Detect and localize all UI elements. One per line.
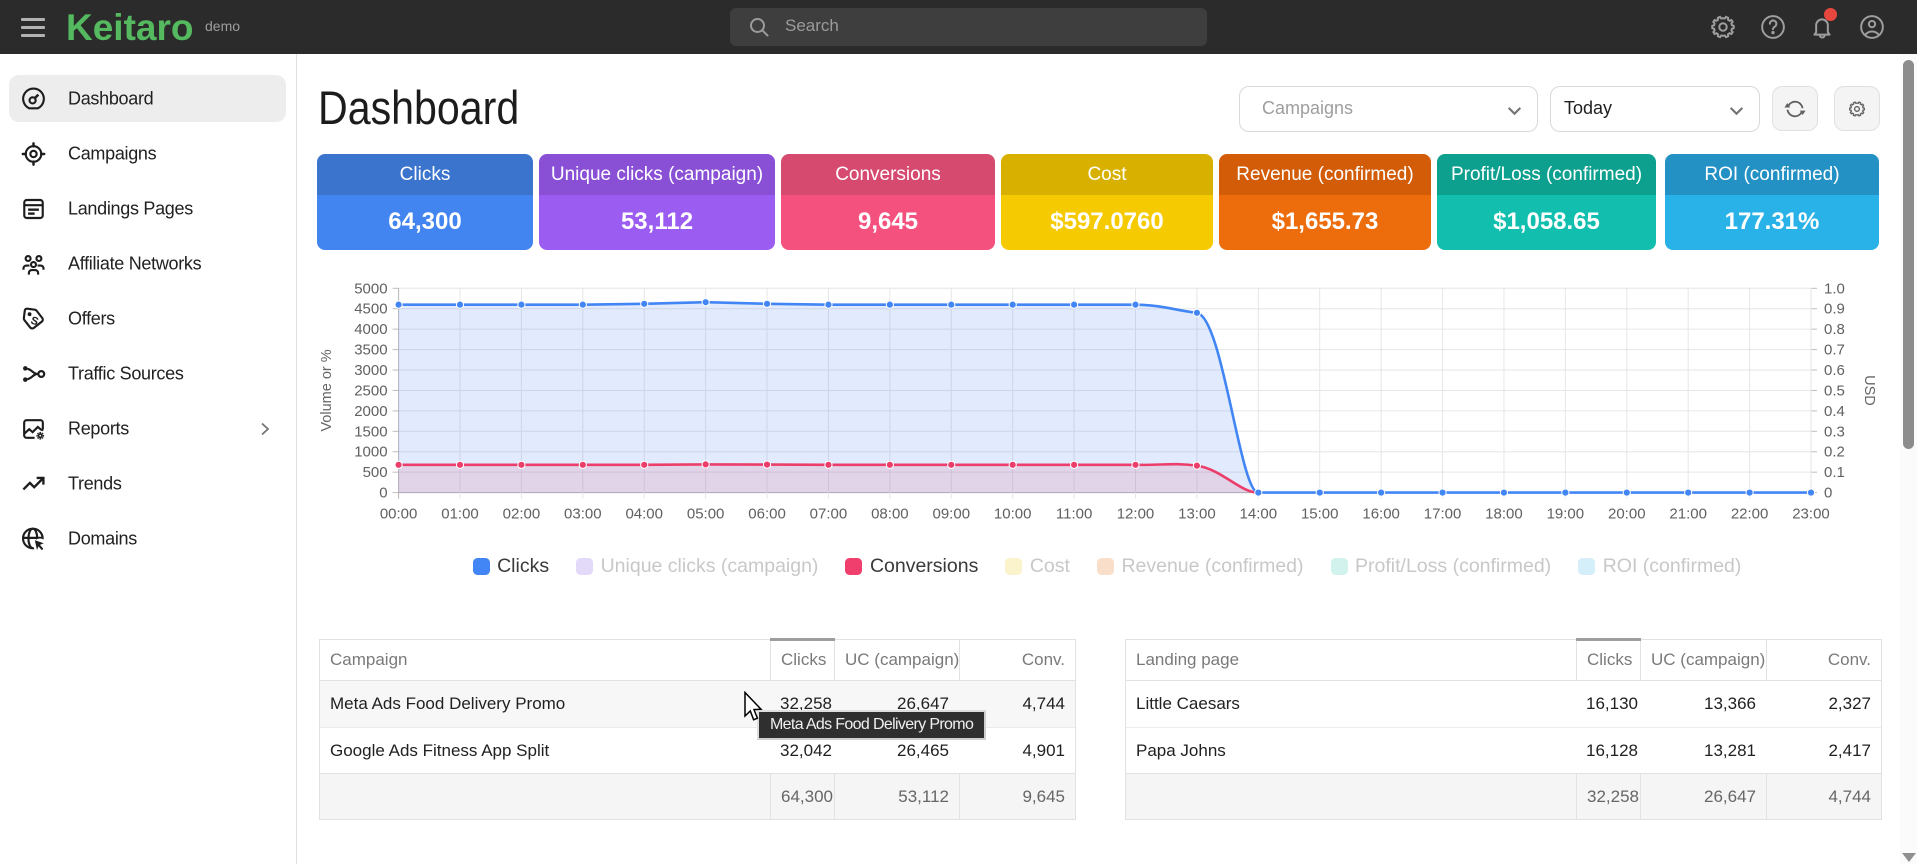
svg-text:09:00: 09:00 — [933, 506, 971, 523]
svg-text:16:00: 16:00 — [1362, 506, 1400, 523]
svg-text:06:00: 06:00 — [748, 506, 786, 523]
svg-text:08:00: 08:00 — [871, 506, 909, 523]
svg-text:0.3: 0.3 — [1824, 423, 1845, 440]
svg-text:21:00: 21:00 — [1669, 506, 1707, 523]
svg-text:4500: 4500 — [354, 301, 387, 318]
svg-text:0.5: 0.5 — [1824, 382, 1845, 399]
svg-text:4000: 4000 — [354, 321, 387, 338]
svg-text:10:00: 10:00 — [994, 506, 1032, 523]
svg-text:0.4: 0.4 — [1824, 403, 1845, 420]
svg-text:500: 500 — [363, 464, 388, 481]
svg-text:17:00: 17:00 — [1424, 506, 1462, 523]
svg-text:0.7: 0.7 — [1824, 342, 1845, 359]
svg-text:0.6: 0.6 — [1824, 362, 1845, 379]
svg-text:Volume or %: Volume or % — [319, 349, 335, 431]
svg-text:0.9: 0.9 — [1824, 301, 1845, 318]
svg-text:S: S — [29, 314, 40, 328]
svg-text:07:00: 07:00 — [810, 506, 848, 523]
svg-text:0.8: 0.8 — [1824, 321, 1845, 338]
svg-text:05:00: 05:00 — [687, 506, 725, 523]
svg-text:00:00: 00:00 — [380, 506, 418, 523]
svg-text:0: 0 — [379, 485, 387, 502]
svg-text:5000: 5000 — [354, 280, 387, 297]
svg-text:2000: 2000 — [354, 403, 387, 420]
svg-text:15:00: 15:00 — [1301, 506, 1339, 523]
svg-text:22:00: 22:00 — [1731, 506, 1769, 523]
svg-text:02:00: 02:00 — [503, 506, 541, 523]
svg-text:1.0: 1.0 — [1824, 280, 1845, 297]
svg-text:1500: 1500 — [354, 423, 387, 440]
svg-text:3000: 3000 — [354, 362, 387, 379]
svg-text:19:00: 19:00 — [1547, 506, 1585, 523]
svg-text:0.2: 0.2 — [1824, 444, 1845, 461]
svg-text:USD: USD — [1861, 375, 1877, 406]
svg-text:03:00: 03:00 — [564, 506, 602, 523]
svg-text:20:00: 20:00 — [1608, 506, 1646, 523]
svg-text:0.1: 0.1 — [1824, 464, 1845, 481]
svg-text:1000: 1000 — [354, 444, 387, 461]
svg-text:18:00: 18:00 — [1485, 506, 1523, 523]
svg-text:14:00: 14:00 — [1240, 506, 1278, 523]
svg-text:2500: 2500 — [354, 382, 387, 399]
svg-text:12:00: 12:00 — [1117, 506, 1155, 523]
svg-text:11:00: 11:00 — [1056, 506, 1092, 523]
svg-text:01:00: 01:00 — [441, 506, 479, 523]
svg-text:0: 0 — [1824, 485, 1832, 502]
svg-text:04:00: 04:00 — [625, 506, 663, 523]
svg-text:13:00: 13:00 — [1178, 506, 1216, 523]
svg-text:23:00: 23:00 — [1792, 506, 1830, 523]
svg-text:3500: 3500 — [354, 342, 387, 359]
